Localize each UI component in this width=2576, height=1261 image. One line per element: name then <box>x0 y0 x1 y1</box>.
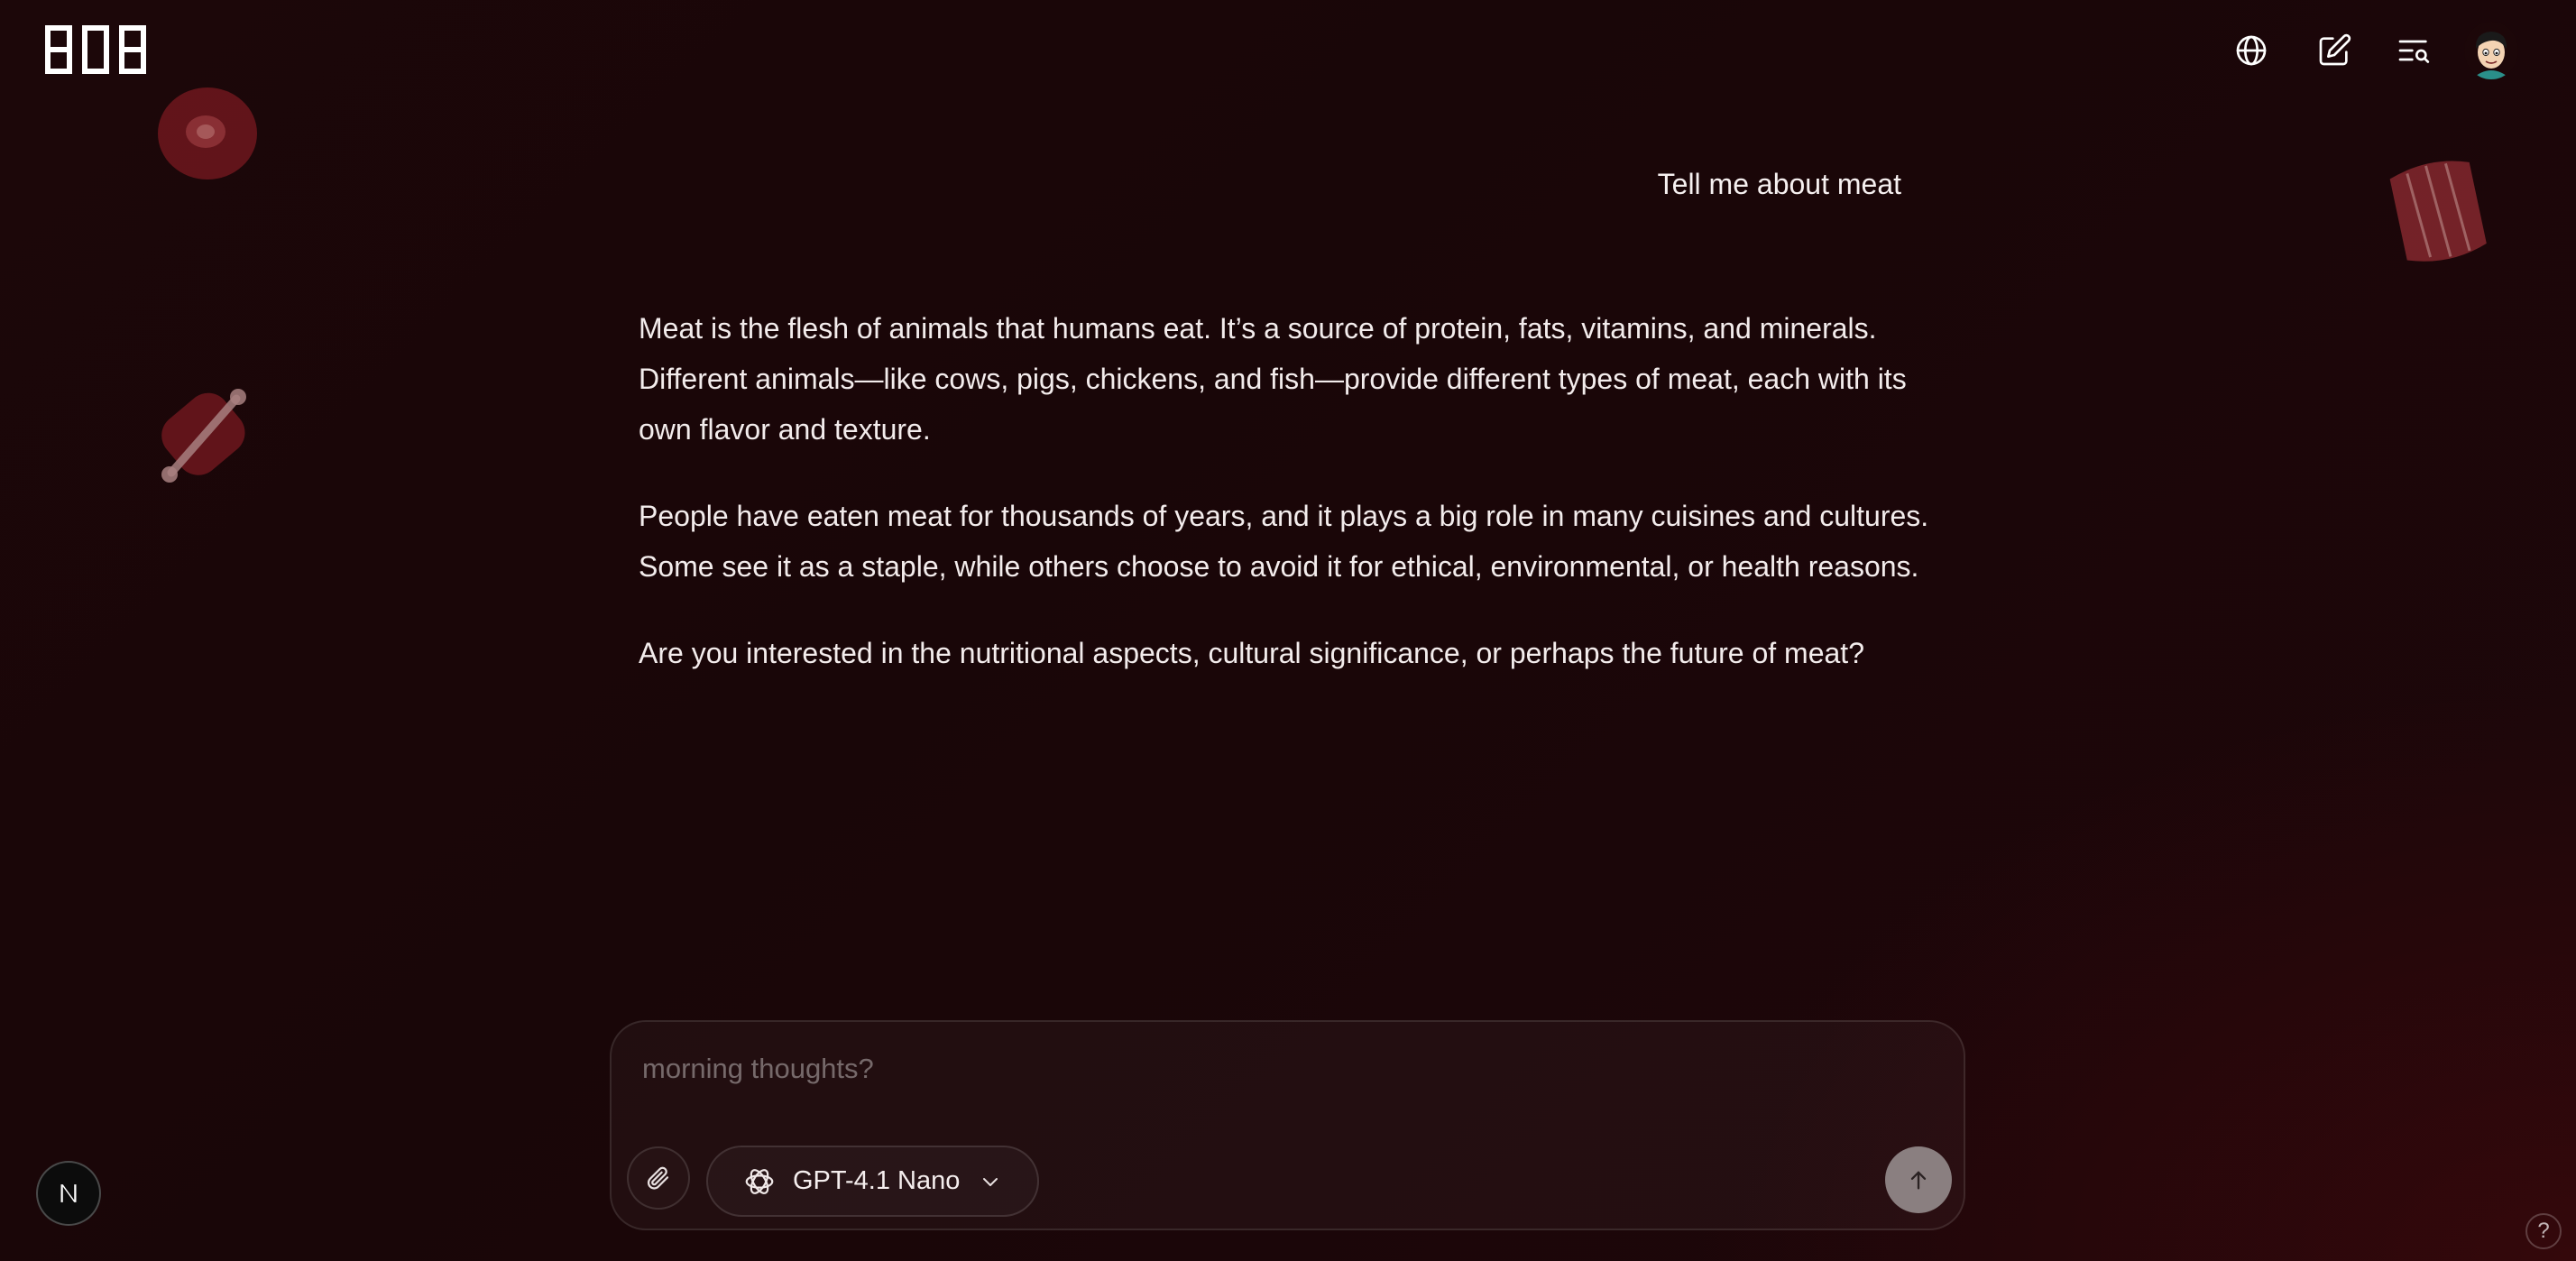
help-button[interactable]: ? <box>2525 1213 2562 1249</box>
steak-decoration-icon <box>158 87 257 179</box>
new-chat-icon[interactable] <box>2311 27 2358 74</box>
paperclip-icon <box>647 1166 669 1190</box>
bob-logo[interactable] <box>45 25 146 74</box>
globe-icon[interactable] <box>2228 27 2275 74</box>
bacon-decoration-icon <box>2389 161 2487 262</box>
assistant-paragraph: Are you interested in the nutritional as… <box>639 637 1864 669</box>
assistant-message: Meat is the flesh of animals that humans… <box>639 303 1946 714</box>
openai-icon <box>745 1168 774 1194</box>
send-button[interactable] <box>1885 1146 1952 1213</box>
assistant-paragraph: People have eaten meat for thousands of … <box>639 500 1929 583</box>
arrow-up-icon <box>1910 1171 1927 1190</box>
search-history-icon[interactable] <box>2390 27 2437 74</box>
chat-composer: GPT-4.1 Nano <box>610 1020 1965 1230</box>
dev-tools-badge[interactable] <box>36 1161 101 1226</box>
attach-button[interactable] <box>627 1146 690 1210</box>
chevron-down-icon <box>983 1177 998 1186</box>
prompt-input[interactable] <box>640 1047 1889 1091</box>
user-avatar[interactable] <box>2464 22 2518 79</box>
model-name: GPT-4.1 Nano <box>793 1166 961 1195</box>
user-message: Tell me about meat <box>1657 168 1901 200</box>
model-selector[interactable]: GPT-4.1 Nano <box>706 1146 1039 1217</box>
bone-meat-decoration-icon <box>161 389 246 483</box>
assistant-paragraph: Meat is the flesh of animals that humans… <box>639 312 1907 446</box>
n-logo-icon <box>60 1184 77 1202</box>
